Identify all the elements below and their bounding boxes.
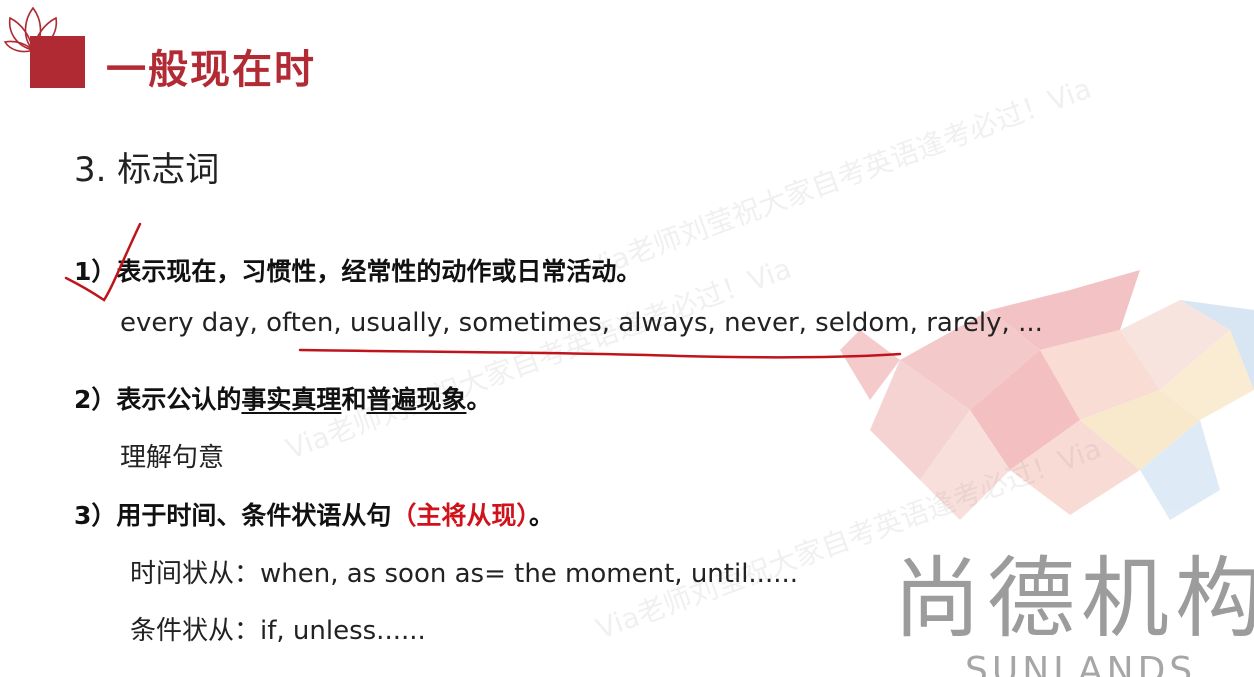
item-3-heading: 3）用于时间、条件状语从句（主将从现）。 bbox=[74, 496, 554, 532]
item-2-text: 表示公认的 bbox=[116, 385, 242, 414]
section-title: 3. 标志词 bbox=[74, 150, 220, 190]
item-3-number: 3） bbox=[74, 501, 117, 530]
watermark-text: Via老师刘莹祝大家自考英语逢考必过！Via bbox=[581, 71, 1096, 286]
item-1-heading: 1）表示现在，习惯性，经常性的动作或日常活动。 bbox=[74, 252, 641, 288]
item-2-underlined-fact: 事实真理 bbox=[241, 385, 342, 414]
item-2-underlined-phenomenon: 普遍现象 bbox=[366, 385, 467, 414]
item-2-heading: 2）表示公认的事实真理和普遍现象。 bbox=[74, 380, 491, 416]
lotus-logo-icon bbox=[3, 6, 63, 53]
item-1-number: 1） bbox=[74, 257, 117, 286]
item-3-rule-highlight: （主将从现） bbox=[391, 501, 529, 530]
brand-logo-text: 尚德机构 bbox=[893, 547, 1254, 650]
item-3-condition-clause: 条件状从：if, unless...... bbox=[130, 616, 426, 646]
item-2-period: 。 bbox=[466, 385, 492, 414]
page-title: 一般现在时 bbox=[106, 47, 316, 93]
item-1-examples: every day, often, usually, sometimes, al… bbox=[120, 308, 1043, 338]
brand-logo-subtext: SUNLANDS bbox=[965, 650, 1197, 677]
slide: 一般现在时 3. 标志词 Via老师刘莹祝大家自考英语逢考必过！Via Via老… bbox=[0, 0, 1254, 677]
item-2-conjunction: 和 bbox=[341, 385, 367, 414]
item-3-time-clause: 时间状从：when, as soon as= the moment, until… bbox=[130, 559, 799, 589]
item-2-number: 2） bbox=[74, 385, 117, 414]
item-2-note: 理解句意 bbox=[120, 443, 225, 473]
item-3-period: 。 bbox=[528, 501, 554, 530]
item-1-text: 表示现在，习惯性，经常性的动作或日常活动。 bbox=[116, 257, 642, 286]
item-3-text: 用于时间、条件状语从句 bbox=[116, 501, 392, 530]
